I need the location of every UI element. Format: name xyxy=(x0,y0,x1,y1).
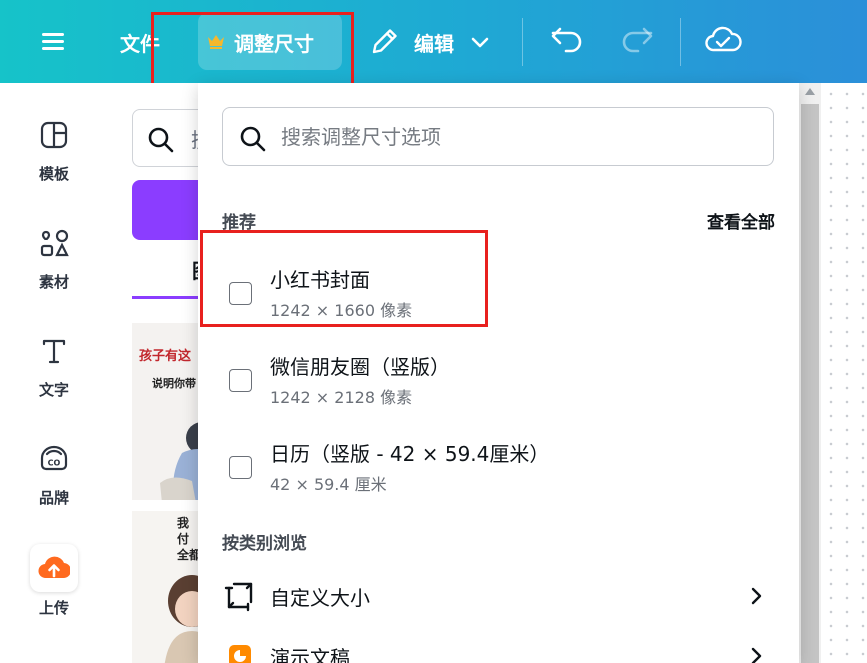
rail-item-brand[interactable]: CO 品牌 xyxy=(0,443,108,533)
browse-by-category-heading: 按类别浏览 xyxy=(222,534,307,554)
size-option[interactable]: 日历（竖版 - 42 × 59.4厘米） 42 × 59.4 厘米 xyxy=(198,420,799,506)
rail-item-label: 文字 xyxy=(38,381,69,399)
chevron-right-icon xyxy=(751,587,762,605)
chevron-down-icon xyxy=(471,37,489,48)
top-toolbar: 文件 调整尺寸 编辑 xyxy=(0,0,867,91)
template-thumbnail[interactable]: 孩子有这 说明你带 xyxy=(132,323,208,500)
size-option-dimensions: 1242 × 2128 像素 xyxy=(270,388,413,407)
rail-item-label: 品牌 xyxy=(38,489,69,507)
resize-search-input[interactable] xyxy=(281,122,751,152)
canvas-dotted-background xyxy=(821,83,867,663)
side-panel: 搜 图 孩子有这 说明你带 我 付 全都 xyxy=(108,83,208,663)
redo-icon[interactable] xyxy=(620,25,654,55)
rail-item-templates[interactable]: 模板 xyxy=(0,119,108,209)
category-name: 演示文稿 xyxy=(270,646,350,663)
panel-tab-underline xyxy=(132,296,208,299)
size-option-checkbox[interactable] xyxy=(229,369,252,392)
rail-item-label: 上传 xyxy=(38,599,69,617)
pencil-icon xyxy=(372,29,397,54)
rail-item-text[interactable]: 文字 xyxy=(0,335,108,425)
toolbar-divider xyxy=(522,18,523,66)
rail-item-elements[interactable]: 素材 xyxy=(0,227,108,317)
resize-highlight-box xyxy=(151,12,354,91)
brand-icon: CO xyxy=(40,445,68,471)
panel-search-input[interactable]: 搜 xyxy=(132,109,208,167)
rail-item-label: 素材 xyxy=(38,273,69,291)
elements-icon xyxy=(40,229,69,257)
scrollbar-thumb[interactable] xyxy=(801,104,819,663)
template-thumbnail[interactable]: 我 付 全都 xyxy=(132,511,208,663)
search-icon xyxy=(240,126,266,152)
panel-primary-button[interactable] xyxy=(132,180,208,240)
edit-menu-button[interactable]: 编辑 xyxy=(368,20,498,62)
resize-search-field[interactable] xyxy=(222,107,774,166)
size-option-dimensions: 42 × 59.4 厘米 xyxy=(270,475,387,494)
cloud-saved-icon[interactable] xyxy=(704,24,742,56)
resize-dropdown: 推荐 查看全部 小红书封面 1242 × 1660 像素 微信朋友圈（竖版） 1… xyxy=(198,83,799,663)
undo-icon[interactable] xyxy=(550,25,584,55)
rail-item-uploads[interactable]: 上传 xyxy=(0,551,108,621)
menu-icon[interactable] xyxy=(36,26,72,56)
view-all-link[interactable]: 查看全部 xyxy=(707,208,775,233)
search-icon xyxy=(148,127,174,153)
thumbnail-subtitle: 说明你带 xyxy=(152,377,196,390)
toolbar-divider xyxy=(680,18,681,66)
svg-text:CO: CO xyxy=(48,459,61,468)
chevron-right-icon xyxy=(751,647,762,663)
category-item[interactable]: 演示文稿 xyxy=(198,628,799,663)
category-item[interactable]: 自定义大小 xyxy=(198,568,799,624)
left-rail: 模板 素材 文字 CO 品牌 上传 xyxy=(0,83,108,663)
option-highlight-box xyxy=(200,230,488,327)
rail-item-label: 模板 xyxy=(38,165,69,183)
size-option-name: 日历（竖版 - 42 × 59.4厘米） xyxy=(270,442,550,466)
category-name: 自定义大小 xyxy=(270,586,370,610)
size-option-name: 微信朋友圈（竖版） xyxy=(270,355,450,379)
text-icon xyxy=(42,339,66,364)
custom-size-icon xyxy=(224,582,253,612)
size-option-checkbox[interactable] xyxy=(229,456,252,479)
thumbnail-title: 孩子有这 xyxy=(139,349,192,364)
edit-menu-label: 编辑 xyxy=(414,32,454,56)
template-icon xyxy=(40,121,68,149)
size-option[interactable]: 微信朋友圈（竖版） 1242 × 2128 像素 xyxy=(198,333,799,419)
presentation-icon xyxy=(229,645,251,663)
scroll-up-arrow-icon[interactable] xyxy=(805,88,815,95)
